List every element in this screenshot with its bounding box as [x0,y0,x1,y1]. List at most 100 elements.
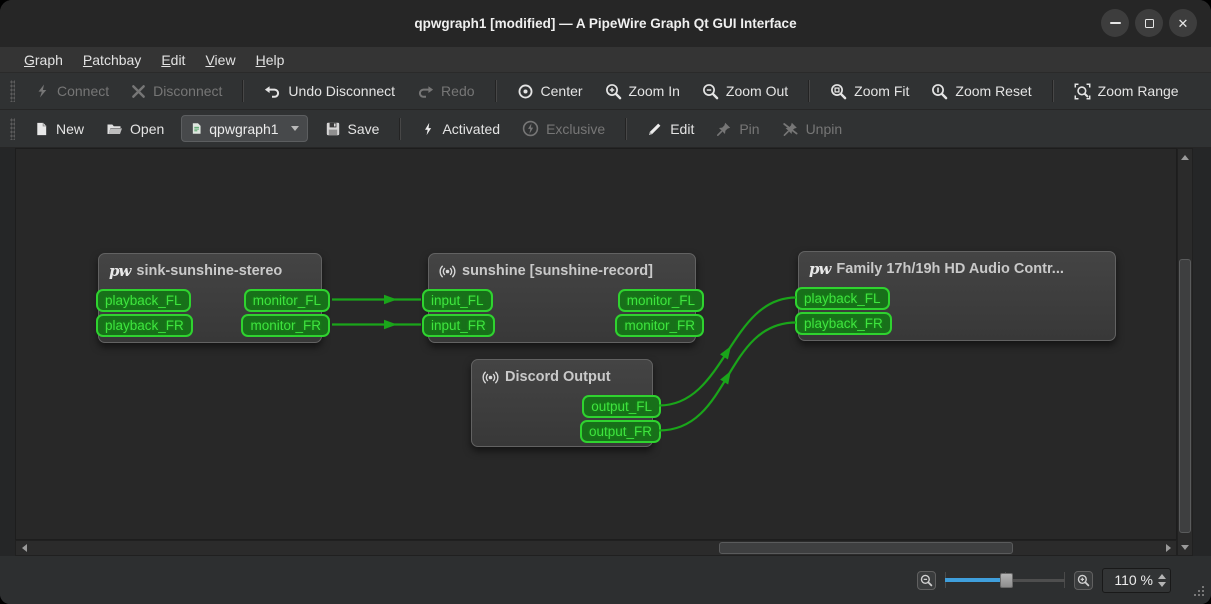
minimize-button[interactable] [1101,9,1129,37]
horizontal-scrollbar-thumb[interactable] [719,542,1013,554]
port-output[interactable]: output_FL [582,395,661,418]
window-resize-grip[interactable] [1192,584,1204,596]
exclusive-label: Exclusive [546,120,606,137]
port-output[interactable]: monitor_FR [615,314,704,337]
port-input[interactable]: playback_FL [795,287,890,310]
port-input[interactable]: playback_FR [795,312,892,335]
exclusive-button[interactable]: Exclusive [513,115,614,142]
node-title: Discord Output [472,360,652,394]
unpin-icon [782,122,798,136]
statusbar: 110 % [0,556,1211,604]
port-output[interactable]: monitor_FL [617,289,704,312]
exclusive-bolt-icon [522,120,539,137]
menu-edit[interactable]: Edit [151,50,195,70]
zoom-in-label: Zoom In [628,83,680,99]
zoom-reset-icon [932,83,948,99]
activated-label: Activated [442,120,501,137]
vertical-scrollbar[interactable] [1177,148,1193,556]
open-button[interactable]: Open [97,116,173,142]
arrow-up-icon [1181,154,1189,160]
zoom-percent-spinbox[interactable]: 110 % [1102,567,1171,593]
port-input[interactable]: playback_FL [96,289,191,312]
port-output[interactable]: monitor_FL [243,289,330,312]
activated-button[interactable]: Activated [412,116,509,142]
zoom-fit-label: Zoom Fit [854,83,910,99]
spin-up-icon[interactable] [1158,573,1166,579]
disconnect-button[interactable]: Disconnect [122,78,231,104]
zoom-range-button[interactable]: Zoom Range [1065,78,1188,105]
scroll-left-button[interactable] [17,541,31,555]
minimize-icon [1109,22,1121,24]
session-combobox[interactable]: qpwgraph1 [181,115,308,142]
port-row: playback_FL [795,287,1115,310]
graph-canvas[interactable]: pw sink-sunshine-stereo playback_FL moni… [15,148,1177,540]
port-row: playback_FR [795,312,1115,335]
port-output[interactable]: output_FR [579,420,661,443]
spin-down-icon[interactable] [1158,581,1166,587]
maximize-button[interactable] [1135,9,1163,37]
window-title: qpwgraph1 [modified] — A PipeWire Graph … [414,16,797,31]
port-input[interactable]: input_FL [422,289,493,312]
window-controls: ✕ [1101,9,1197,37]
zoom-slider-handle[interactable] [1000,573,1013,588]
port-row: input_FR monitor_FR [422,314,704,337]
titlebar[interactable]: qpwgraph1 [modified] — A PipeWire Graph … [0,0,1211,47]
node-sink-sunshine-stereo[interactable]: pw sink-sunshine-stereo playback_FL moni… [96,253,330,343]
open-folder-icon [107,124,123,134]
node-title: pw sink-sunshine-stereo [99,254,321,288]
zoom-reset-button[interactable]: Zoom Reset [922,78,1040,105]
toolbar-patchbay: New Open qpwgraph1 Save Activated Exclus… [0,110,1211,148]
port-list: playback_FL playback_FR [795,287,1115,335]
scroll-down-button[interactable] [1178,540,1192,554]
toolbar-separator [494,80,497,102]
zoom-fit-icon [831,83,847,99]
pipewire-icon: pw [109,262,131,280]
arrow-down-icon [1181,544,1189,550]
undo-button[interactable]: Undo Disconnect [255,78,404,104]
save-button[interactable]: Save [316,116,389,142]
toolbar-separator [808,80,811,102]
redo-button[interactable]: Redo [408,78,483,104]
zoom-in-button[interactable]: Zoom In [596,78,689,105]
connect-icon [38,84,47,98]
statusbar-zoom-out-button[interactable] [917,570,936,590]
pin-button[interactable]: Pin [707,116,768,142]
zoom-slider[interactable] [945,571,1065,589]
zoom-fit-button[interactable]: Zoom Fit [821,78,918,105]
connection-edges-layer [332,294,797,432]
port-output[interactable]: monitor_FR [241,314,330,337]
scroll-up-button[interactable] [1178,150,1192,164]
vertical-scrollbar-thumb[interactable] [1179,259,1191,533]
port-row: output_FR [472,420,661,443]
statusbar-zoom-in-button[interactable] [1074,570,1093,590]
toolbar-drag-handle[interactable] [10,80,15,102]
center-button[interactable]: Center [508,78,592,105]
connect-button[interactable]: Connect [25,78,118,104]
horizontal-scrollbar[interactable] [15,540,1177,556]
toolbar-graph-commands: Connect Disconnect Undo Disconnect Redo … [0,73,1211,110]
redo-icon [418,86,434,98]
node-family-hd-audio[interactable]: pw Family 17h/19h HD Audio Contr... play… [795,251,1116,341]
node-title-text: sunshine [sunshine-record] [462,263,653,279]
edit-pencil-icon [649,123,661,135]
menu-graph[interactable]: Graph [14,50,73,70]
scroll-right-button[interactable] [1161,541,1175,555]
toolbar-drag-handle[interactable] [10,117,15,140]
toolbar-separator [399,117,402,140]
open-label: Open [130,120,165,137]
node-sunshine[interactable]: sunshine [sunshine-record] input_FL moni… [422,253,704,343]
edit-button[interactable]: Edit [638,116,703,142]
unpin-button[interactable]: Unpin [773,116,852,142]
close-button[interactable]: ✕ [1169,9,1197,37]
menu-patchbay[interactable]: Patchbay [73,50,151,70]
menu-view[interactable]: View [195,50,245,70]
port-input[interactable]: input_FR [422,314,495,337]
pin-icon [717,122,731,136]
new-button[interactable]: New [25,116,93,142]
port-input[interactable]: playback_FR [96,314,193,337]
undo-label: Undo Disconnect [288,83,396,99]
node-discord-output[interactable]: Discord Output output_FL output_FR [471,359,661,447]
graph-area-frame: pw sink-sunshine-stereo playback_FL moni… [0,148,1211,556]
menu-help[interactable]: Help [246,50,295,70]
zoom-out-button[interactable]: Zoom Out [693,78,797,105]
